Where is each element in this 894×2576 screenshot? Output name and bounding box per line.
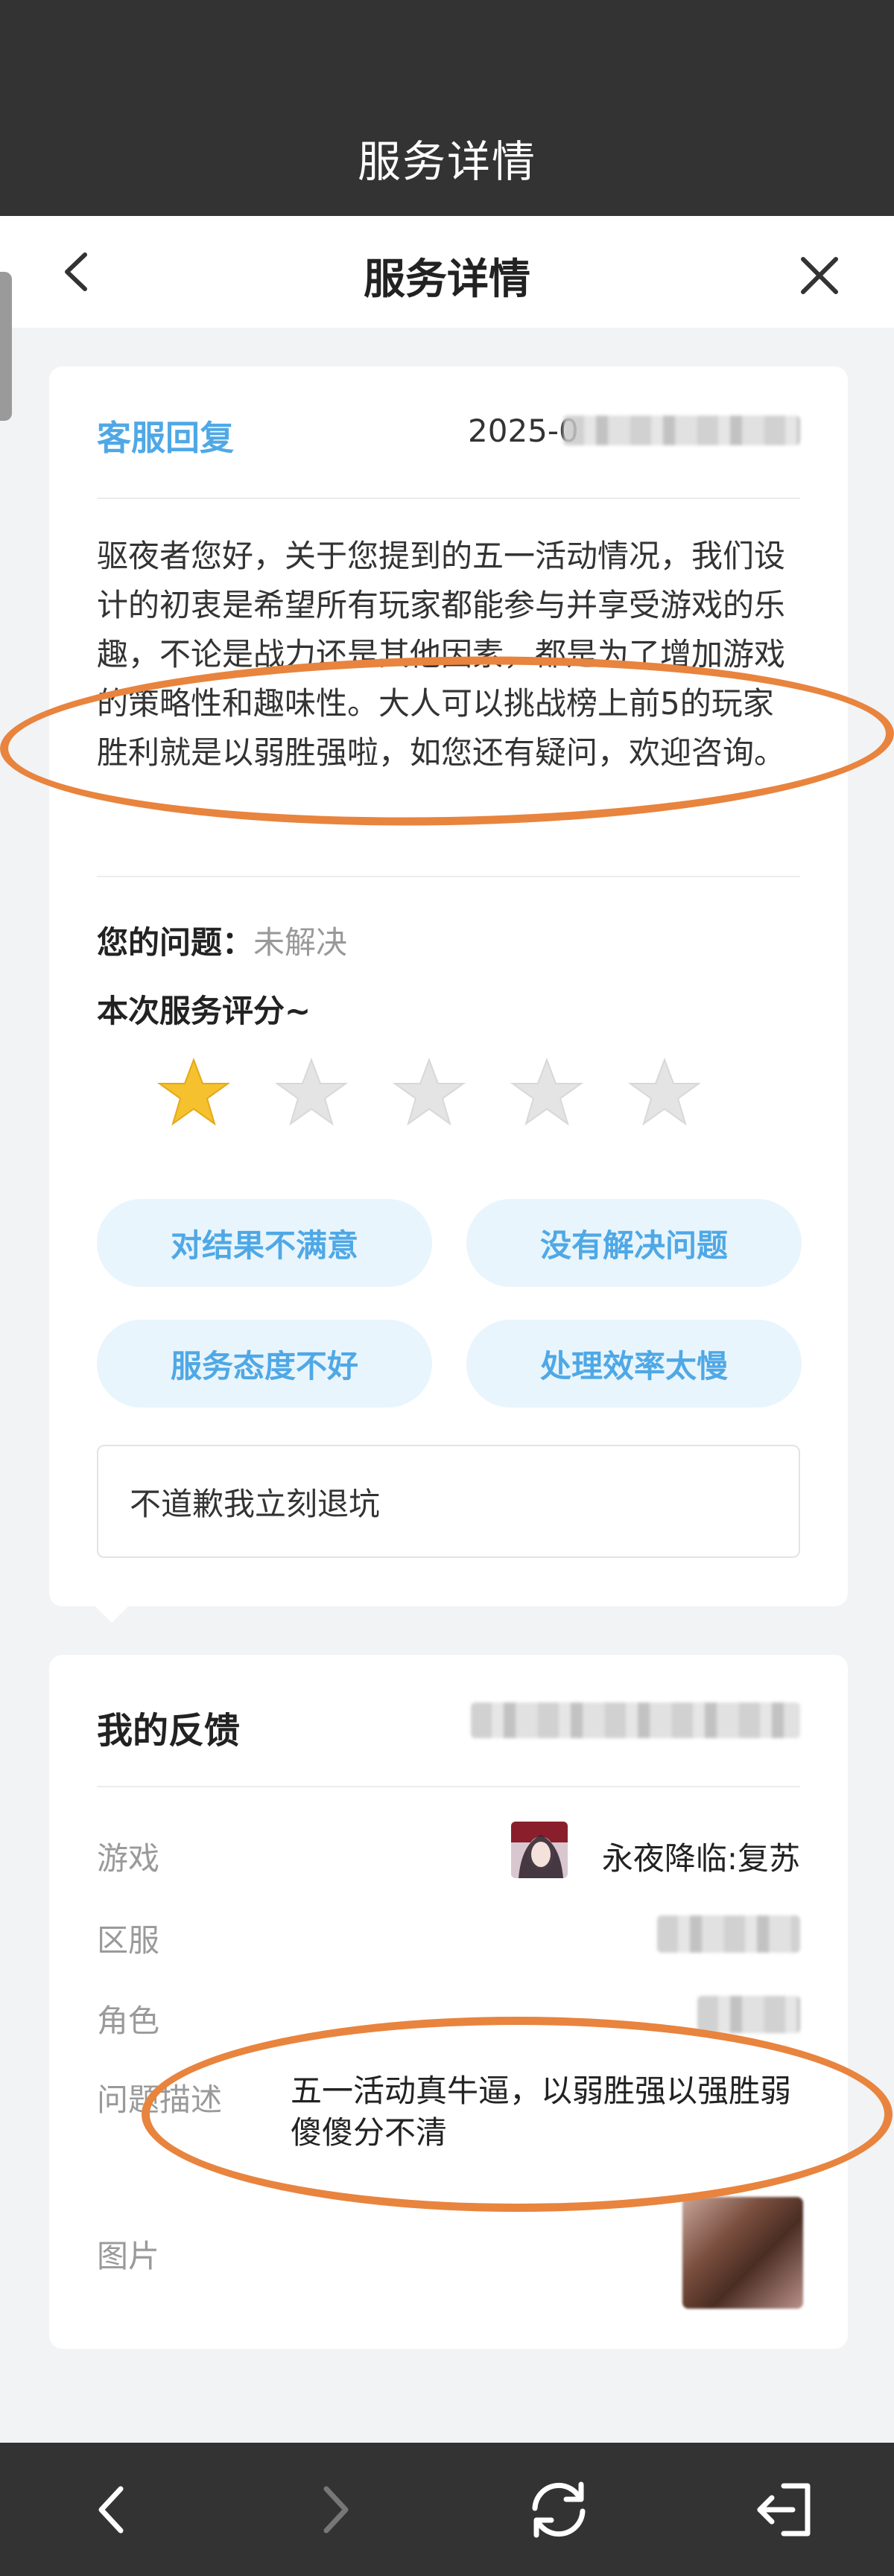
feedback-title: 我的反馈 — [97, 1710, 241, 1752]
star-icon-4[interactable] — [510, 1055, 584, 1130]
reply-title: 客服回复 — [97, 418, 234, 458]
page-title: 服务详情 — [364, 255, 530, 304]
annotation-oval-feedback — [142, 2017, 893, 2212]
chip-slow-handling[interactable]: 处理效率太慢 — [466, 1320, 802, 1408]
page-navbar: 服务详情 — [0, 216, 894, 328]
service-reply-card: 客服回复 2025-0 驱夜者您好，关于您提到的五一活动情况，我们设计的初衷是希… — [49, 366, 848, 1623]
chip-not-resolved[interactable]: 没有解决问题 — [466, 1199, 802, 1287]
redacted-timestamp — [471, 1702, 800, 1738]
comment-text: 不道歉我立刻退坑 — [130, 1485, 381, 1522]
attachment-image[interactable] — [682, 2197, 803, 2309]
browser-forward-icon[interactable] — [298, 2472, 372, 2547]
role-label: 角色 — [97, 2003, 160, 2039]
redacted-date — [563, 416, 800, 445]
comment-input[interactable]: 不道歉我立刻退坑 — [97, 1445, 800, 1558]
server-label: 区服 — [97, 1922, 160, 1959]
chip-bad-attitude[interactable]: 服务态度不好 — [97, 1320, 432, 1408]
refresh-icon[interactable] — [522, 2472, 596, 2547]
divider — [97, 876, 800, 877]
star-icon-5[interactable] — [627, 1055, 702, 1130]
divider — [97, 497, 800, 499]
chip-unsatisfied-result[interactable]: 对结果不满意 — [97, 1199, 432, 1287]
browser-back-icon[interactable] — [74, 2472, 149, 2547]
image-label: 图片 — [97, 2238, 160, 2274]
star-icon-1[interactable] — [156, 1055, 231, 1130]
browser-bottom-bar — [0, 2443, 894, 2576]
star-icon-2[interactable] — [274, 1055, 349, 1130]
divider — [97, 1786, 800, 1787]
game-label: 游戏 — [97, 1840, 160, 1877]
redacted-server — [657, 1915, 800, 1953]
question-status-row: 您的问题：未解决 — [97, 917, 347, 963]
redacted-role — [697, 1996, 800, 2033]
exit-icon[interactable] — [745, 2472, 820, 2547]
my-feedback-card: 我的反馈 游戏 永夜降临:复苏 区服 角色 问题描述 五一活动真牛逼，以弱胜强以… — [49, 1655, 848, 2349]
app-top-bar: 服务详情 — [0, 0, 894, 216]
rating-label: 本次服务评分~ — [97, 993, 311, 1029]
floating-edge-handle[interactable] — [0, 272, 12, 421]
star-icon-3[interactable] — [392, 1055, 466, 1130]
question-label: 您的问题： — [97, 924, 254, 961]
game-value: 永夜降临:复苏 — [601, 1840, 800, 1877]
game-avatar-icon — [511, 1822, 568, 1878]
card-pointer — [94, 1605, 130, 1623]
close-icon[interactable] — [790, 246, 849, 305]
question-status: 未解决 — [253, 924, 348, 961]
reply-date: 2025-0 — [468, 413, 579, 449]
app-bar-title: 服务详情 — [357, 136, 536, 187]
